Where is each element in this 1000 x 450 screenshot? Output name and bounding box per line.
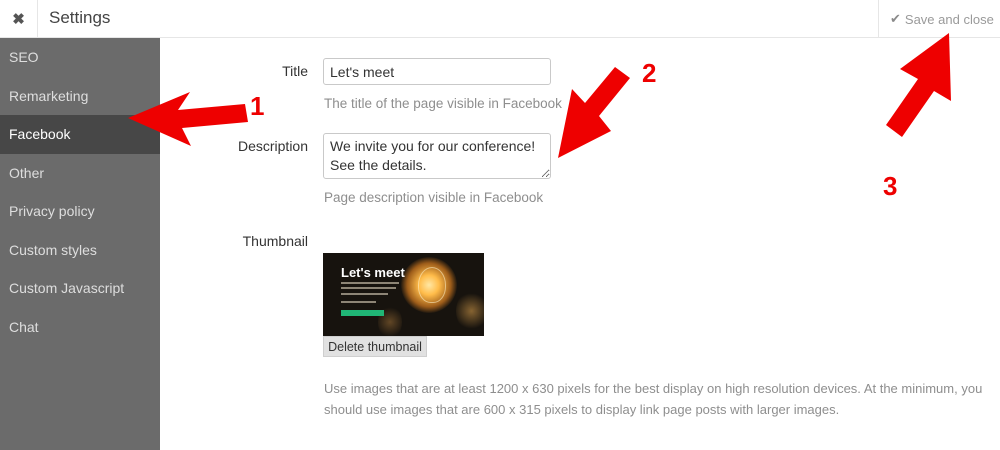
marker-2: 2 [642, 58, 657, 88]
thumbnail-text-line [341, 282, 399, 284]
bokeh-light [456, 291, 484, 331]
sidebar: SEO Remarketing Facebook Other Privacy p… [0, 38, 160, 450]
title-hint: The title of the page visible in Faceboo… [324, 96, 562, 111]
sidebar-item-custom-styles[interactable]: Custom styles [0, 231, 160, 270]
sidebar-item-facebook[interactable]: Facebook [0, 115, 160, 154]
save-and-close-button[interactable]: ✔ Save and close [878, 0, 1000, 38]
description-hint: Page description visible in Facebook [324, 190, 544, 205]
thumbnail-text-line [341, 293, 388, 295]
thumbnail-text-line [341, 301, 376, 303]
sidebar-item-custom-javascript[interactable]: Custom Javascript [0, 269, 160, 308]
close-icon[interactable]: ✖ [12, 10, 25, 28]
sidebar-item-remarketing[interactable]: Remarketing [0, 77, 160, 116]
thumbnail-text-line [341, 287, 396, 289]
thumbnail-label: Thumbnail [242, 233, 308, 249]
title-input[interactable] [323, 58, 551, 85]
facebook-settings-panel: Title The title of the page visible in F… [160, 38, 1000, 450]
title-label: Title [282, 63, 308, 79]
thumbnail-headline: Let's meet [341, 265, 405, 280]
close-button[interactable]: ✖ [0, 0, 38, 38]
page-title: Settings [49, 8, 111, 27]
marker-1: 1 [250, 91, 265, 121]
sidebar-item-privacy-policy[interactable]: Privacy policy [0, 192, 160, 231]
description-textarea[interactable]: We invite you for our conference! See th… [323, 133, 551, 179]
save-and-close-label: Save and close [904, 11, 994, 27]
light-bulb-icon [418, 267, 446, 303]
marker-3: 3 [883, 171, 898, 201]
sidebar-item-chat[interactable]: Chat [0, 308, 160, 347]
image-size-note: Use images that are at least 1200 x 630 … [324, 381, 983, 417]
sidebar-item-other[interactable]: Other [0, 154, 160, 193]
delete-thumbnail-button[interactable]: Delete thumbnail [323, 336, 427, 357]
check-icon: ✔ [890, 11, 901, 26]
thumbnail-image: Let's meet [323, 253, 484, 336]
description-label: Description [237, 138, 308, 154]
top-bar: ✖ Settings ✔ Save and close [0, 0, 1000, 38]
thumbnail-cta [341, 310, 384, 316]
sidebar-item-seo[interactable]: SEO [0, 38, 160, 77]
